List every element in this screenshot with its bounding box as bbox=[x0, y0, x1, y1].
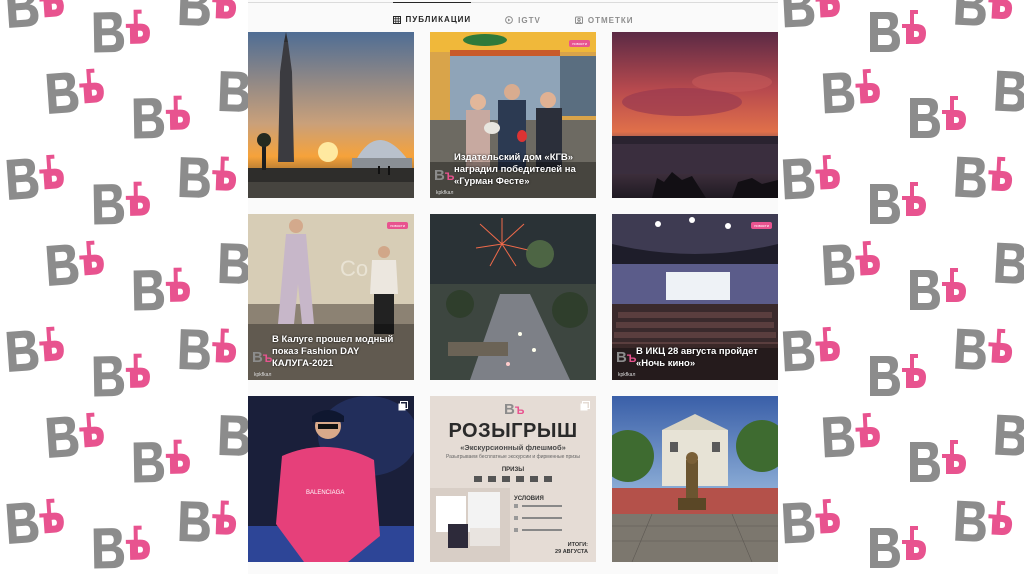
post-handle: kpkfkaл bbox=[436, 190, 454, 196]
brand-logo-icon bbox=[2, 150, 68, 212]
brand-logo-icon bbox=[819, 64, 884, 125]
brand-logo-icon bbox=[991, 236, 1024, 297]
brand-logo-icon bbox=[89, 349, 152, 408]
brand-logo-icon bbox=[906, 264, 968, 322]
brand-logo-icon bbox=[175, 0, 239, 39]
brand-logo-icon bbox=[175, 495, 239, 555]
brand-logo-icon bbox=[951, 322, 1016, 383]
raffle-conditions-label: УСЛОВИЯ bbox=[514, 496, 544, 502]
brand-logo-icon bbox=[779, 150, 844, 211]
brand-logo-icon bbox=[89, 5, 152, 64]
brand-logo-icon bbox=[866, 350, 928, 408]
brand-logo-icon: ВЪ bbox=[252, 349, 273, 366]
brand-logo-icon bbox=[991, 64, 1024, 125]
raffle-prizes-label: ПРИЗЫ bbox=[501, 467, 525, 473]
brand-logo-icon bbox=[2, 322, 68, 384]
brand-logo-icon bbox=[951, 150, 1016, 211]
post-caption-text: Издательский дом «КГВ» наградил победите… bbox=[454, 152, 576, 187]
tab-igtv[interactable]: IGTV bbox=[505, 3, 541, 35]
brand-logo-icon bbox=[175, 151, 239, 211]
grid-icon bbox=[392, 15, 401, 24]
svg-text:Co: Co bbox=[340, 256, 368, 281]
brand-logo-icon: ВЪ bbox=[504, 401, 525, 418]
brand-logo-icon bbox=[819, 408, 884, 469]
brand-logo-icon bbox=[2, 0, 68, 40]
post-handle: kpkfkaл bbox=[254, 372, 272, 378]
brand-logo-icon bbox=[2, 494, 68, 556]
tagged-icon bbox=[574, 16, 583, 24]
brand-logo-icon bbox=[951, 0, 1016, 40]
post-tile[interactable]: ВЪ РОЗЫГРЫШ «Экскурсионный флешмоб» Разы… bbox=[430, 396, 596, 562]
brand-logo-icon bbox=[866, 178, 928, 236]
fireworks-photo bbox=[430, 214, 596, 380]
brand-logo-icon: ВЪ bbox=[616, 349, 637, 366]
tab-label: ОТМЕТКИ bbox=[587, 15, 634, 25]
igtv-icon bbox=[505, 16, 514, 24]
raffle-title: РОЗЫГРЫШ bbox=[448, 420, 578, 442]
tab-label: IGTV bbox=[518, 15, 541, 25]
news-badge: новости bbox=[751, 222, 772, 229]
tab-label: ПУБЛИКАЦИИ bbox=[405, 15, 472, 24]
post-tile[interactable] bbox=[612, 396, 778, 562]
brand-logo-icon bbox=[906, 92, 968, 150]
svg-text:BALENCIAGA: BALENCIAGA bbox=[306, 490, 344, 496]
brand-logo-icon bbox=[129, 435, 192, 494]
post-tile[interactable]: Co новости ВЪ В Калуге прошел модный пок… bbox=[248, 214, 414, 380]
tab-publications[interactable]: ПУБЛИКАЦИИ bbox=[392, 2, 472, 34]
post-tile[interactable] bbox=[430, 214, 596, 380]
brand-logo-icon bbox=[129, 91, 192, 150]
brand-logo-icon bbox=[175, 323, 239, 383]
brand-logo-icon bbox=[42, 64, 108, 126]
raffle-results-date: 29 АВГУСТА bbox=[555, 549, 588, 555]
brand-logo-icon bbox=[866, 522, 928, 574]
raffle-results: ИТОГИ: 29 АВГУСТА bbox=[555, 542, 588, 556]
news-badge: новости bbox=[387, 222, 408, 229]
post-tile[interactable] bbox=[248, 32, 414, 198]
post-tile[interactable]: BALENCIAGA bbox=[248, 396, 414, 562]
purple-sky-photo bbox=[612, 32, 778, 198]
brand-logo-icon bbox=[819, 236, 884, 297]
post-caption: ВЪ Издательский дом «КГВ» наградил побед… bbox=[434, 152, 592, 188]
post-caption: ВЪ В Калуге прошел модный показ Fashion … bbox=[252, 334, 410, 370]
raffle-subtitle: «Экскурсионный флешмоб» bbox=[460, 443, 566, 452]
brand-logo-icon bbox=[89, 521, 152, 574]
post-caption-text: В Калуге прошел модный показ Fashion DAY… bbox=[272, 334, 394, 369]
multiple-photos-icon bbox=[580, 401, 590, 411]
post-caption: ВЪ В ИКЦ 28 августа пройдет «Ночь кино» bbox=[616, 346, 774, 370]
post-tile[interactable]: новости ВЪ Издательский дом «КГВ» наград… bbox=[430, 32, 596, 198]
raffle-results-label: ИТОГИ: bbox=[567, 542, 588, 548]
post-tile[interactable]: новости ВЪ В ИКЦ 28 августа пройдет «Ноч… bbox=[612, 214, 778, 380]
brand-logo-icon bbox=[991, 408, 1024, 469]
multiple-photos-icon bbox=[398, 401, 408, 411]
post-handle: kpkfkaл bbox=[618, 372, 636, 378]
brand-logo-icon bbox=[779, 494, 844, 555]
raffle-description: Разыгрываем бесплатные экскурсии и фирме… bbox=[446, 454, 580, 460]
post-caption-text: В ИКЦ 28 августа пройдет «Ночь кино» bbox=[636, 346, 758, 369]
singer-photo: BALENCIAGA bbox=[248, 396, 414, 562]
brand-logo-icon: ВЪ bbox=[434, 167, 455, 184]
posts-grid: новости ВЪ Издательский дом «КГВ» наград… bbox=[248, 32, 778, 562]
brand-logo-icon bbox=[779, 0, 844, 40]
brand-logo-icon bbox=[906, 436, 968, 494]
brand-logo-icon bbox=[42, 408, 108, 470]
brand-logo-icon bbox=[129, 263, 192, 322]
profile-tabs: ПУБЛИКАЦИИ IGTV ОТМЕТКИ bbox=[248, 2, 778, 35]
brand-logo-icon bbox=[89, 177, 152, 236]
profile-feed: ПУБЛИКАЦИИ IGTV ОТМЕТКИ новости ВЪ Издат… bbox=[248, 0, 778, 574]
tab-tagged[interactable]: ОТМЕТКИ bbox=[574, 3, 634, 35]
post-tile[interactable] bbox=[612, 32, 778, 198]
news-badge: новости bbox=[569, 40, 590, 47]
brand-logo-icon bbox=[866, 6, 928, 64]
rocket-sunset-photo bbox=[248, 32, 414, 198]
brand-logo-icon bbox=[951, 494, 1016, 555]
monument-photo bbox=[612, 396, 778, 562]
brand-logo-icon bbox=[42, 236, 108, 298]
brand-logo-icon bbox=[779, 322, 844, 383]
